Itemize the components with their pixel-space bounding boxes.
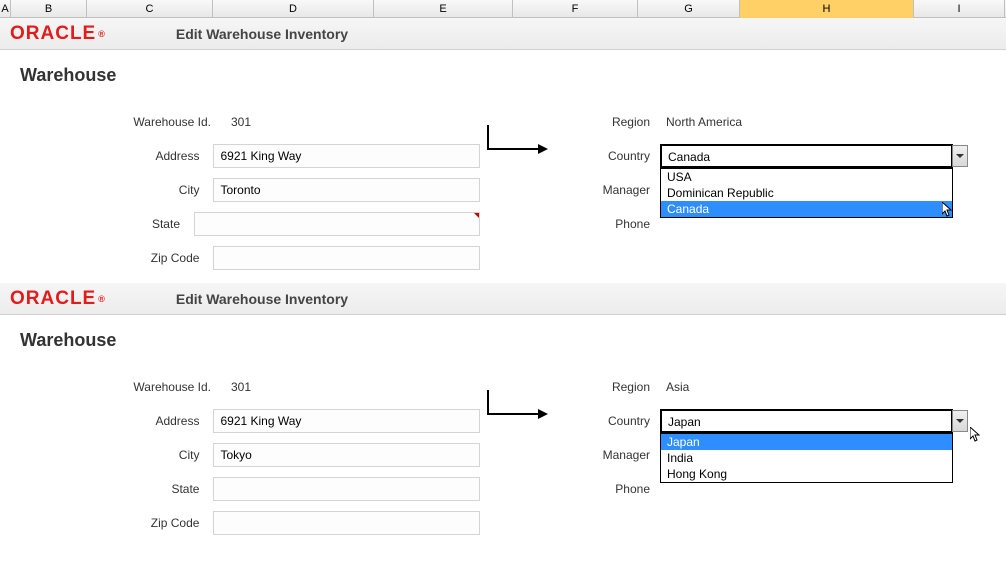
region-value: North America <box>660 115 742 129</box>
warehouse-id-value: 301 <box>225 380 251 394</box>
col-header-i[interactable]: I <box>914 0 1005 18</box>
form-instance-2: ORACLE® Edit Warehouse Inventory Warehou… <box>0 283 1006 534</box>
country-dropdown-list: USA Dominican Republic Canada <box>660 168 953 218</box>
phone-label: Phone <box>550 217 660 231</box>
phone-label: Phone <box>550 482 660 496</box>
title-bar: ORACLE® Edit Warehouse Inventory <box>0 18 1006 50</box>
title-bar: ORACLE® Edit Warehouse Inventory <box>0 283 1006 315</box>
country-option-1[interactable]: India <box>661 450 952 466</box>
warehouse-form-section: Warehouse Warehouse Id. 301 Address City… <box>0 315 1006 534</box>
country-option-0[interactable]: Japan <box>661 434 952 450</box>
dropdown-arrow-button[interactable] <box>952 145 968 167</box>
col-header-d[interactable]: D <box>213 0 374 18</box>
region-label: Region <box>550 380 660 394</box>
country-selected[interactable]: Japan <box>660 409 953 433</box>
mouse-cursor-icon <box>970 427 984 443</box>
country-option-0[interactable]: USA <box>661 169 952 185</box>
warehouse-id-label: Warehouse Id. <box>50 115 225 129</box>
country-option-1[interactable]: Dominican Republic <box>661 185 952 201</box>
manager-label: Manager <box>550 448 660 462</box>
address-input[interactable] <box>213 144 480 168</box>
city-input[interactable] <box>213 443 480 467</box>
address-label: Address <box>50 414 213 428</box>
dropdown-arrow-button[interactable] <box>952 410 968 432</box>
address-label: Address <box>50 149 213 163</box>
country-dropdown[interactable]: Canada USA Dominican Republic Canada <box>660 144 968 168</box>
state-label: State <box>50 482 213 496</box>
country-selected[interactable]: Canada <box>660 144 953 168</box>
warehouse-form-section: Warehouse Warehouse Id. 301 Address City… <box>0 50 1006 269</box>
col-header-b[interactable]: B <box>11 0 87 18</box>
manager-label: Manager <box>550 183 660 197</box>
warehouse-id-value: 301 <box>225 115 251 129</box>
address-input[interactable] <box>213 409 480 433</box>
col-header-f[interactable]: F <box>513 0 638 18</box>
city-input[interactable] <box>213 178 480 202</box>
zipcode-label: Zip Code <box>50 251 213 265</box>
country-option-2[interactable]: Hong Kong <box>661 466 952 482</box>
country-dropdown-list: Japan India Hong Kong <box>660 433 953 483</box>
dependency-arrow-icon <box>480 119 552 159</box>
country-label: Country <box>550 149 660 163</box>
form-instance-1: ORACLE® Edit Warehouse Inventory Warehou… <box>0 18 1006 269</box>
page-title: Edit Warehouse Inventory <box>176 26 348 42</box>
col-header-g[interactable]: G <box>638 0 740 18</box>
page-title: Edit Warehouse Inventory <box>176 291 348 307</box>
state-label: State <box>50 217 194 231</box>
country-option-2[interactable]: Canada <box>661 201 952 217</box>
oracle-logo: ORACLE® <box>10 23 106 45</box>
region-label: Region <box>550 115 660 129</box>
state-input[interactable] <box>194 212 480 236</box>
section-header: Warehouse <box>20 330 996 361</box>
section-header: Warehouse <box>20 65 996 96</box>
dependency-arrow-icon <box>480 384 552 424</box>
warehouse-id-label: Warehouse Id. <box>50 380 225 394</box>
col-header-e[interactable]: E <box>374 0 513 18</box>
region-value: Asia <box>660 380 689 394</box>
country-label: Country <box>550 414 660 428</box>
city-label: City <box>50 448 213 462</box>
zipcode-input[interactable] <box>213 246 480 270</box>
oracle-logo: ORACLE® <box>10 288 106 310</box>
spreadsheet-column-headers: A B C D E F G H I <box>0 0 1006 18</box>
cell-indicator-icon <box>474 213 479 218</box>
col-header-h[interactable]: H <box>740 0 914 18</box>
zipcode-label: Zip Code <box>50 516 213 530</box>
zipcode-input[interactable] <box>213 511 480 535</box>
city-label: City <box>50 183 213 197</box>
state-input[interactable] <box>213 477 480 501</box>
country-dropdown[interactable]: Japan Japan India Hong Kong <box>660 409 968 433</box>
col-header-a[interactable]: A <box>0 0 11 18</box>
col-header-c[interactable]: C <box>87 0 213 18</box>
